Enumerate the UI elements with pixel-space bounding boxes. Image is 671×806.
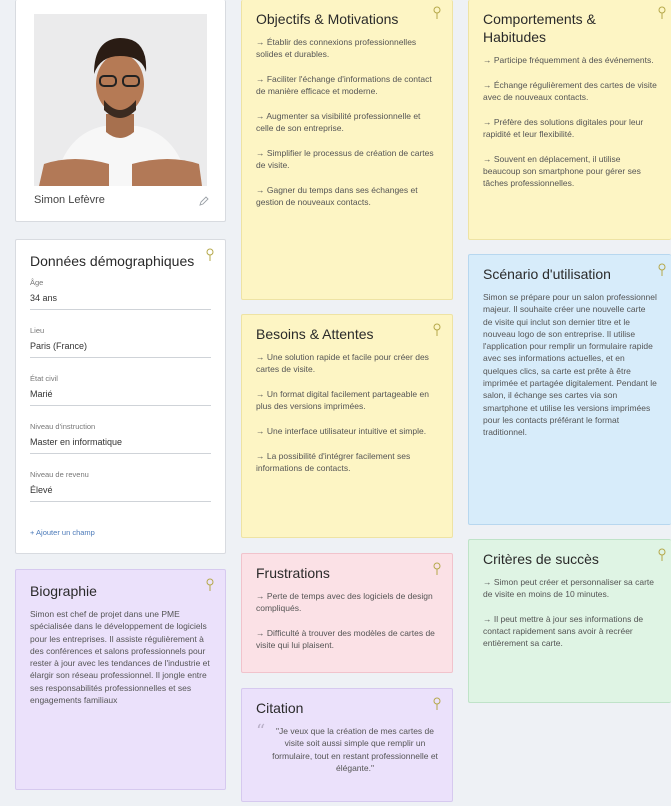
field-value[interactable]: Master en informatique xyxy=(30,431,211,454)
need-item: → Une interface utilisateur intuitive et… xyxy=(256,426,427,436)
field-label: Lieu xyxy=(30,326,45,335)
add-field-button[interactable]: + Ajouter un champ xyxy=(30,528,211,537)
pencil-icon[interactable] xyxy=(198,194,210,206)
goal-item: → Augmenter sa visibilité professionnell… xyxy=(256,111,421,133)
pin-icon[interactable] xyxy=(205,578,215,592)
field-value[interactable]: Marié xyxy=(30,383,211,406)
field-label: État civil xyxy=(30,374,58,383)
field-label: Niveau d'instruction xyxy=(30,422,96,431)
demographics-card: Données démographiques Âge 34 ans Lieu P… xyxy=(15,239,226,554)
field-income[interactable]: Niveau de revenu Élevé xyxy=(30,470,211,502)
success-item: → Il peut mettre à jour ses informations… xyxy=(483,614,644,648)
field-label: Âge xyxy=(30,278,44,287)
behavior-item: → Préfère des solutions digitales pour l… xyxy=(483,117,644,139)
field-label: Niveau de revenu xyxy=(30,470,89,479)
biography-title: Biographie xyxy=(30,583,97,599)
frustrations-title: Frustrations xyxy=(256,565,330,581)
quote-text: "Je veux que la création de mes cartes d… xyxy=(272,726,438,773)
pin-icon[interactable] xyxy=(657,548,667,562)
demographics-title: Données démographiques xyxy=(30,253,195,269)
behavior-item: → Souvent en déplacement, il utilise bea… xyxy=(483,154,641,188)
field-location[interactable]: Lieu Paris (France) xyxy=(30,326,211,358)
need-item: → La possibilité d'intégrer facilement s… xyxy=(256,451,411,473)
field-age[interactable]: Âge 34 ans xyxy=(30,278,211,310)
pin-icon[interactable] xyxy=(205,248,215,262)
profile-card: Simon Lefèvre xyxy=(15,0,226,222)
frustrations-card: Frustrations → Perte de temps avec des l… xyxy=(241,553,453,673)
field-value[interactable]: Élevé xyxy=(30,479,211,502)
scenario-card: Scénario d'utilisation Simon se prépare … xyxy=(468,254,671,525)
needs-title: Besoins & Attentes xyxy=(256,326,374,342)
pin-icon[interactable] xyxy=(657,6,667,20)
pin-icon[interactable] xyxy=(432,697,442,711)
field-value[interactable]: Paris (France) xyxy=(30,335,211,358)
goal-item: → Faciliter l'échange d'informations de … xyxy=(256,74,432,96)
goal-item: → Gagner du temps dans ses échanges et g… xyxy=(256,185,418,207)
success-card: Critères de succès → Simon peut créer et… xyxy=(468,539,671,703)
biography-card: Biographie Simon est chef de projet dans… xyxy=(15,569,226,790)
pin-icon[interactable] xyxy=(432,323,442,337)
goals-card: Objectifs & Motivations → Établir des co… xyxy=(241,0,453,300)
success-item: → Simon peut créer et personnaliser sa c… xyxy=(483,577,655,599)
quote-title: Citation xyxy=(256,700,304,716)
need-item: → Un format digital facilement partageab… xyxy=(256,389,429,411)
behavior-item: → Échange régulièrement des cartes de vi… xyxy=(483,80,657,102)
frustration-item: → Perte de temps avec des logiciels de d… xyxy=(256,591,433,613)
goal-item: → Simplifier le processus de création de… xyxy=(256,148,434,170)
quote-card: Citation “ "Je veux que la création de m… xyxy=(241,688,453,802)
behavior-item: → Participe fréquemment à des événements… xyxy=(483,55,654,65)
needs-card: Besoins & Attentes → Une solution rapide… xyxy=(241,314,453,538)
success-title: Critères de succès xyxy=(483,551,599,567)
biography-text: Simon est chef de projet dans une PME sp… xyxy=(30,609,210,706)
goal-item: → Établir des connexions professionnelle… xyxy=(256,37,417,59)
pin-icon[interactable] xyxy=(657,263,667,277)
field-education[interactable]: Niveau d'instruction Master en informati… xyxy=(30,422,211,454)
behaviors-title: Comportements & Habitudes xyxy=(483,11,596,45)
pin-icon[interactable] xyxy=(432,562,442,576)
need-item: → Une solution rapide et facile pour cré… xyxy=(256,352,429,374)
profile-name: Simon Lefèvre xyxy=(34,194,105,206)
frustration-item: → Difficulté à trouver des modèles de ca… xyxy=(256,628,435,650)
scenario-text: Simon se prépare pour un salon professio… xyxy=(483,292,657,438)
field-value[interactable]: 34 ans xyxy=(30,287,211,310)
goals-title: Objectifs & Motivations xyxy=(256,11,399,27)
scenario-title: Scénario d'utilisation xyxy=(483,266,611,282)
avatar xyxy=(34,14,207,186)
quote-mark: “ xyxy=(256,721,266,742)
pin-icon[interactable] xyxy=(432,6,442,20)
behaviors-card: Comportements & Habitudes → Participe fr… xyxy=(468,0,671,240)
field-marital-status[interactable]: État civil Marié xyxy=(30,374,211,406)
